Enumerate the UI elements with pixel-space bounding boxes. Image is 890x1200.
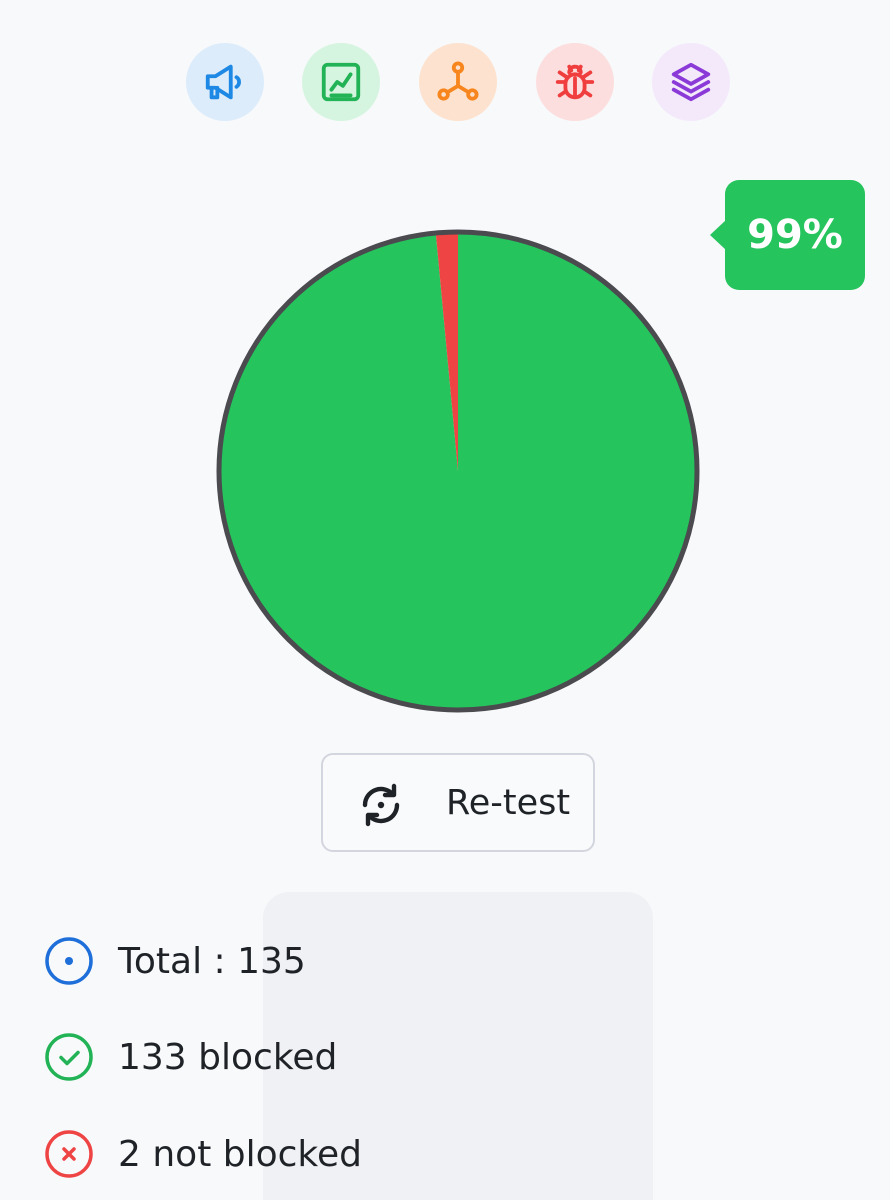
target-icon (45, 937, 93, 985)
retest-button[interactable]: Re-test (321, 753, 595, 852)
stat-total-text: Total : 135 (118, 940, 306, 982)
category-icon-row (0, 43, 890, 123)
chart-icon (321, 62, 361, 102)
x-circle-icon (45, 1130, 93, 1178)
bug-icon (555, 64, 595, 100)
layers-icon (671, 62, 711, 102)
megaphone-icon (205, 64, 241, 100)
check-circle-icon (45, 1033, 93, 1081)
stat-not-blocked-text: 2 not blocked (118, 1133, 362, 1175)
stat-total-row: Total : 135 (44, 935, 306, 987)
adblock-test-page: 99% Re-test Total : 135 133 blocked 2 no… (0, 0, 890, 1200)
category-ads-button[interactable] (186, 43, 264, 121)
retest-button-label: Re-test (446, 783, 571, 823)
stat-not-blocked-row: 2 not blocked (44, 1128, 362, 1180)
category-social-trackers-button[interactable] (652, 43, 730, 121)
percent-badge: 99% (710, 180, 865, 290)
network-icon (437, 61, 479, 101)
category-error-trackers-button[interactable] (536, 43, 614, 121)
refresh-icon (362, 783, 400, 827)
stat-blocked-row: 133 blocked (44, 1031, 337, 1083)
percent-badge-label: 99% (747, 212, 843, 258)
stat-blocked-text: 133 blocked (118, 1036, 338, 1078)
result-pie-chart (212, 225, 704, 717)
category-trackers-button[interactable] (419, 43, 497, 121)
category-analytics-button[interactable] (302, 43, 380, 121)
